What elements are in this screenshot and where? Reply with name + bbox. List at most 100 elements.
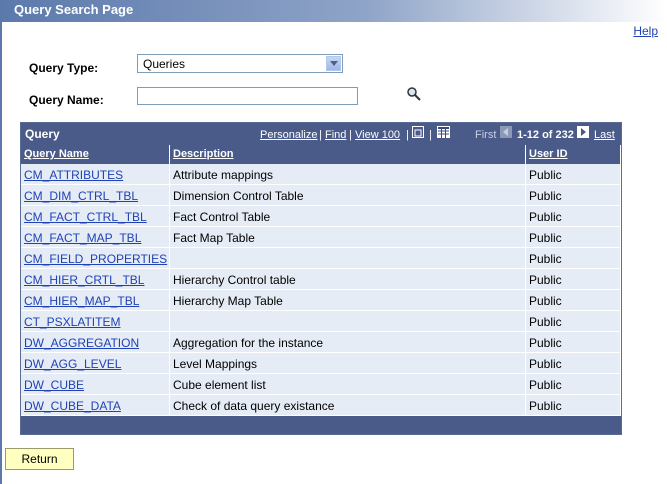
query-name-cell: CM_HIER_MAP_TBL (21, 290, 170, 311)
query-type-select[interactable]: Queries (137, 54, 343, 73)
user-id-cell: Public (526, 290, 621, 311)
title-bar: Query Search Page (0, 0, 667, 22)
user-id-cell: Public (526, 227, 621, 248)
page-title: Query Search Page (14, 2, 134, 17)
description-text: Hierarchy Control table (173, 273, 296, 287)
description-cell: Attribute mappings (170, 164, 526, 185)
description-text: Fact Map Table (173, 231, 255, 245)
separator: | (406, 129, 409, 141)
description-cell: Fact Map Table (170, 227, 526, 248)
user-id-cell: Public (526, 353, 621, 374)
help-link[interactable]: Help (633, 24, 658, 38)
query-name-cell: DW_CUBE (21, 374, 170, 395)
user-id-text: Public (529, 189, 562, 203)
query-name-link[interactable]: CM_FACT_CTRL_TBL (24, 210, 147, 224)
user-id-text: Public (529, 231, 562, 245)
query-name-link[interactable]: DW_CUBE_DATA (24, 399, 121, 413)
query-name-link[interactable]: CM_FIELD_PROPERTIES (24, 252, 167, 266)
query-type-label: Query Type: (29, 61, 99, 75)
return-button[interactable]: Return (5, 448, 74, 470)
dropdown-arrow-icon[interactable] (326, 56, 341, 71)
row-range: 1-12 of 232 (517, 129, 574, 141)
table-row: CM_HIER_CRTL_TBL Hierarchy Control table… (21, 269, 621, 290)
separator: | (319, 129, 322, 141)
description-cell: Check of data query existance (170, 395, 526, 416)
query-name-link[interactable]: CM_FACT_MAP_TBL (24, 231, 141, 245)
query-name-cell: DW_AGG_LEVEL (21, 353, 170, 374)
table-row: DW_CUBE_DATA Check of data query existan… (21, 395, 621, 416)
query-name-link[interactable]: CT_PSXLATITEM (24, 315, 120, 329)
sort-description-link[interactable]: Description (173, 148, 234, 160)
description-text: Hierarchy Map Table (173, 294, 283, 308)
table-row: CM_FACT_MAP_TBL Fact Map Table Public (21, 227, 621, 248)
query-name-input[interactable] (137, 87, 358, 105)
user-id-text: Public (529, 357, 562, 371)
separator: | (349, 129, 352, 141)
query-name-link[interactable]: DW_AGG_LEVEL (24, 357, 121, 371)
grid-footer (21, 416, 621, 434)
query-name-label: Query Name: (29, 93, 104, 107)
description-cell: Hierarchy Map Table (170, 290, 526, 311)
description-cell: Hierarchy Control table (170, 269, 526, 290)
personalize-link[interactable]: Personalize (260, 129, 317, 141)
query-name-link[interactable]: CM_HIER_MAP_TBL (24, 294, 139, 308)
zoom-icon[interactable] (412, 126, 424, 138)
user-id-cell: Public (526, 185, 621, 206)
query-name-cell: CM_ATTRIBUTES (21, 164, 170, 185)
description-cell (170, 311, 526, 332)
table-row: CT_PSXLATITEM Public (21, 311, 621, 332)
description-text: Dimension Control Table (173, 189, 304, 203)
description-text: Level Mappings (173, 357, 258, 371)
description-cell: Cube element list (170, 374, 526, 395)
user-id-text: Public (529, 336, 562, 350)
description-cell: Level Mappings (170, 353, 526, 374)
sort-user-id-link[interactable]: User ID (529, 148, 568, 160)
query-name-link[interactable]: CM_ATTRIBUTES (24, 168, 123, 182)
query-name-link[interactable]: CM_HIER_CRTL_TBL (24, 273, 144, 287)
user-id-cell: Public (526, 395, 621, 416)
table-row: DW_AGGREGATION Aggregation for the insta… (21, 332, 621, 353)
prev-icon[interactable] (500, 126, 512, 138)
table-row: DW_CUBE Cube element list Public (21, 374, 621, 395)
user-id-text: Public (529, 273, 562, 287)
description-cell: Fact Control Table (170, 206, 526, 227)
query-name-cell: CT_PSXLATITEM (21, 311, 170, 332)
query-name-cell: CM_DIM_CTRL_TBL (21, 185, 170, 206)
grid-title: Query (25, 127, 60, 141)
download-icon[interactable] (437, 126, 450, 138)
query-name-link[interactable]: DW_CUBE (24, 378, 84, 392)
user-id-text: Public (529, 294, 562, 308)
user-id-text: Public (529, 168, 562, 182)
lookup-icon[interactable] (406, 86, 422, 102)
column-header-query-name[interactable]: Query Name (21, 145, 170, 164)
view-100-link[interactable]: View 100 (355, 129, 400, 141)
next-icon[interactable] (577, 126, 589, 138)
column-header-user-id[interactable]: User ID (526, 145, 621, 164)
column-header-row: Query Name Description User ID (21, 145, 621, 164)
user-id-cell: Public (526, 269, 621, 290)
separator: | (429, 129, 432, 141)
description-cell: Dimension Control Table (170, 185, 526, 206)
description-cell (170, 248, 526, 269)
query-name-cell: CM_HIER_CRTL_TBL (21, 269, 170, 290)
description-text: Fact Control Table (173, 210, 271, 224)
sort-query-name-link[interactable]: Query Name (24, 148, 89, 160)
find-link[interactable]: Find (325, 129, 346, 141)
user-id-cell: Public (526, 374, 621, 395)
query-grid: Query Personalize | Find | View 100 | | … (20, 122, 622, 435)
query-type-value: Queries (143, 57, 186, 71)
left-border (0, 22, 2, 484)
table-row: CM_DIM_CTRL_TBL Dimension Control Table … (21, 185, 621, 206)
query-name-link[interactable]: DW_AGGREGATION (24, 336, 139, 350)
table-row: CM_FIELD_PROPERTIES Public (21, 248, 621, 269)
grid-header: Query Personalize | Find | View 100 | | … (21, 123, 621, 145)
table-row: CM_ATTRIBUTES Attribute mappings Public (21, 164, 621, 185)
user-id-cell: Public (526, 332, 621, 353)
last-link[interactable]: Last (594, 129, 615, 141)
table-row: DW_AGG_LEVEL Level Mappings Public (21, 353, 621, 374)
query-name-cell: CM_FACT_MAP_TBL (21, 227, 170, 248)
first-link[interactable]: First (475, 129, 496, 141)
query-name-link[interactable]: CM_DIM_CTRL_TBL (24, 189, 138, 203)
query-name-cell: DW_CUBE_DATA (21, 395, 170, 416)
column-header-description[interactable]: Description (170, 145, 526, 164)
